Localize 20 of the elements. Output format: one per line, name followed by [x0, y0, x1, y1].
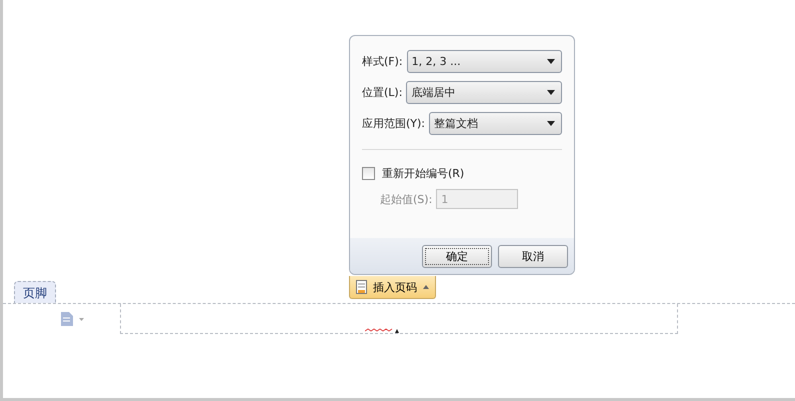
dropdown[interactable]: 整篇文档 [429, 112, 562, 135]
field-label: 起始值(S): [380, 192, 432, 206]
footer-label: 页脚 [14, 281, 56, 303]
caret-icon [423, 285, 429, 289]
dropdown[interactable]: 1, 2, 3 ... [406, 50, 562, 73]
field-label: 应用范围(Y): [362, 116, 426, 131]
document-icon [356, 280, 367, 294]
insert-page-number-tab[interactable]: 插入页码 [349, 276, 436, 299]
checkbox-label: 重新开始编号(R) [382, 166, 464, 181]
dialog-button[interactable]: 确定 [422, 244, 492, 268]
document-icon[interactable] [60, 312, 84, 326]
caret-icon [547, 90, 555, 95]
caret-icon [547, 59, 555, 64]
field-label: 位置(L): [362, 85, 402, 100]
field-label: 样式(F): [362, 54, 403, 69]
dropdown[interactable]: 底端居中 [406, 81, 562, 104]
cursor-icon [365, 327, 399, 333]
checkbox[interactable] [362, 167, 375, 180]
caret-icon [547, 121, 555, 126]
dialog-button[interactable]: 取消 [498, 244, 568, 268]
